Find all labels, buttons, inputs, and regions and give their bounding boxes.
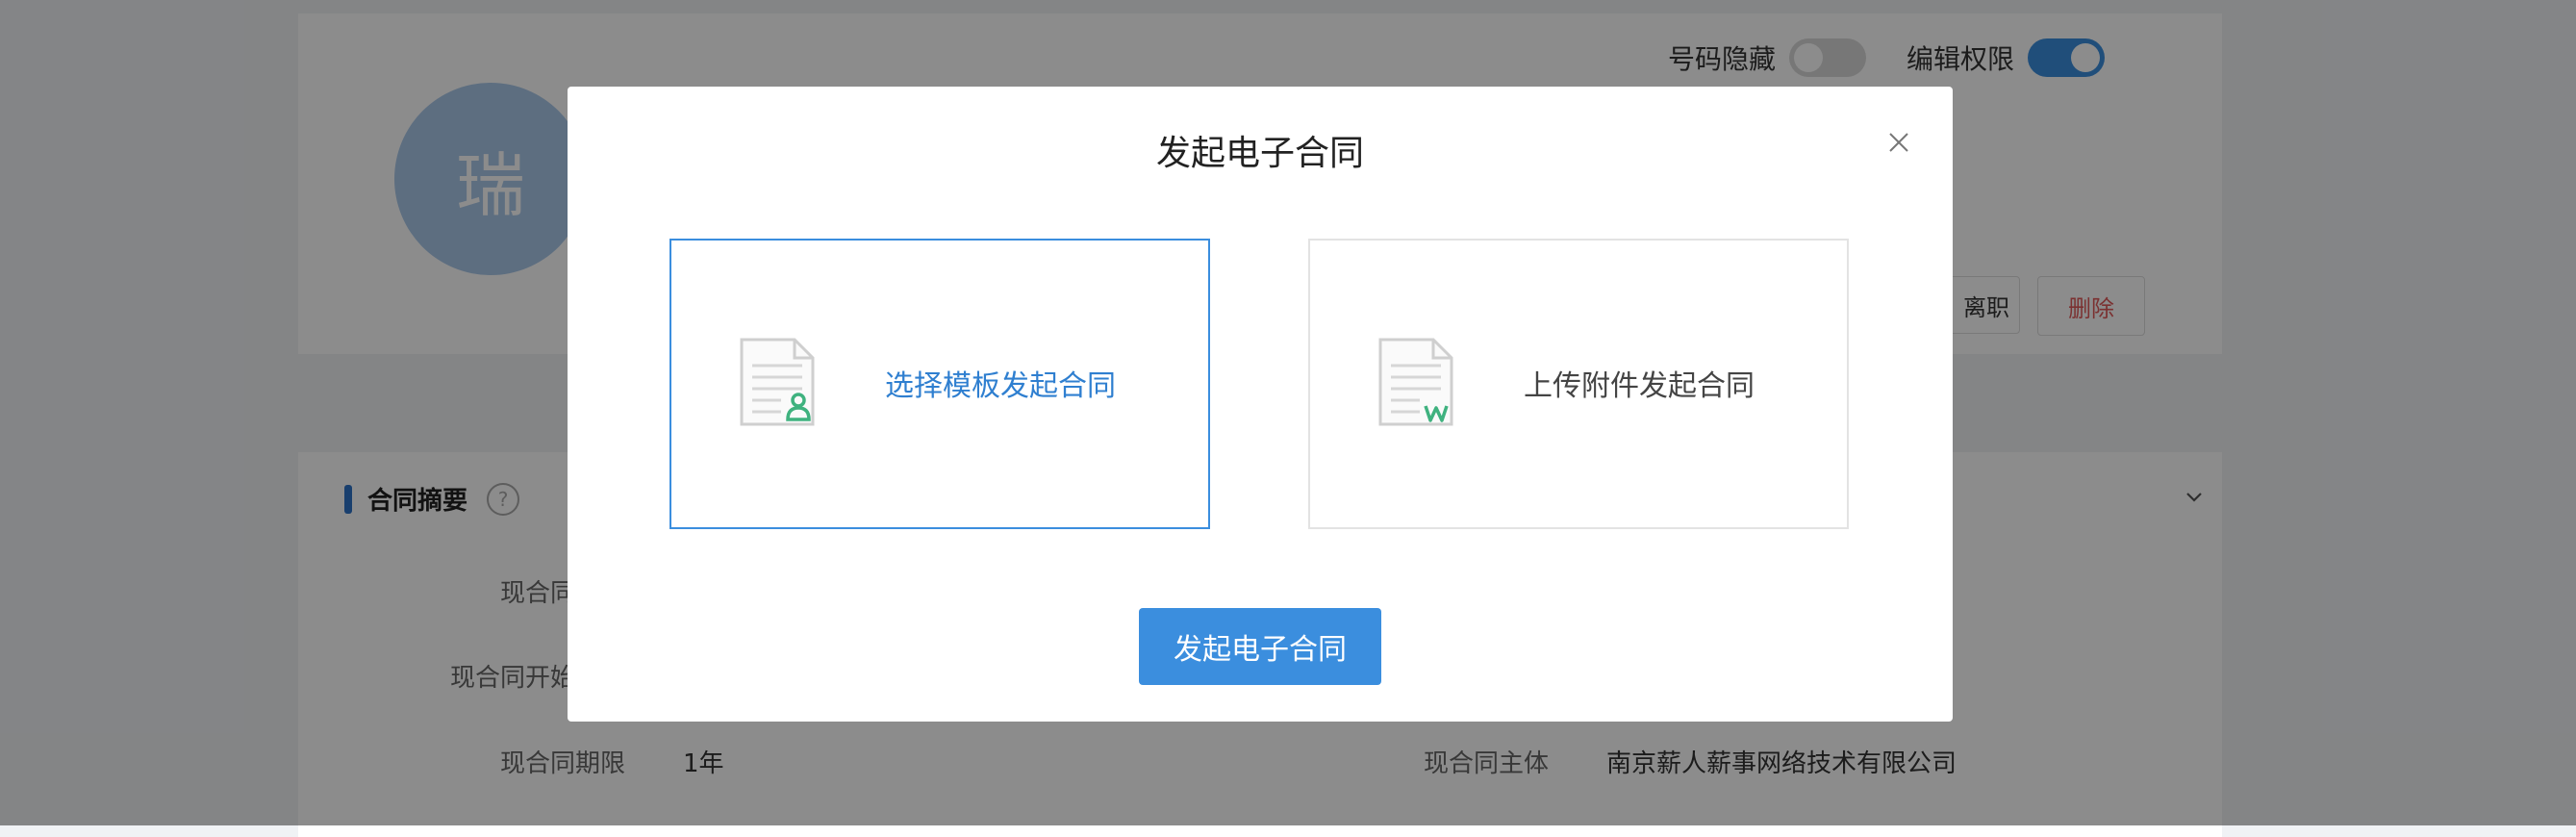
option-select-template[interactable]: 选择模板发起合同	[669, 239, 1210, 529]
start-e-contract-button-label: 发起电子合同	[1174, 634, 1347, 666]
option-upload-attachment-label: 上传附件发起合同	[1524, 369, 1755, 403]
close-icon[interactable]	[1883, 127, 1914, 158]
option-upload-attachment[interactable]: 上传附件发起合同	[1308, 239, 1849, 529]
start-e-contract-dialog: 发起电子合同 选择模板发起合同 上传附件发起合同 发起电子合同	[568, 87, 1953, 722]
dialog-title: 发起电子合同	[1155, 134, 1364, 173]
option-select-template-label: 选择模板发起合同	[885, 369, 1116, 403]
word-document-icon	[1378, 338, 1453, 426]
template-contract-icon	[740, 338, 815, 426]
start-e-contract-button[interactable]: 发起电子合同	[1139, 608, 1381, 685]
